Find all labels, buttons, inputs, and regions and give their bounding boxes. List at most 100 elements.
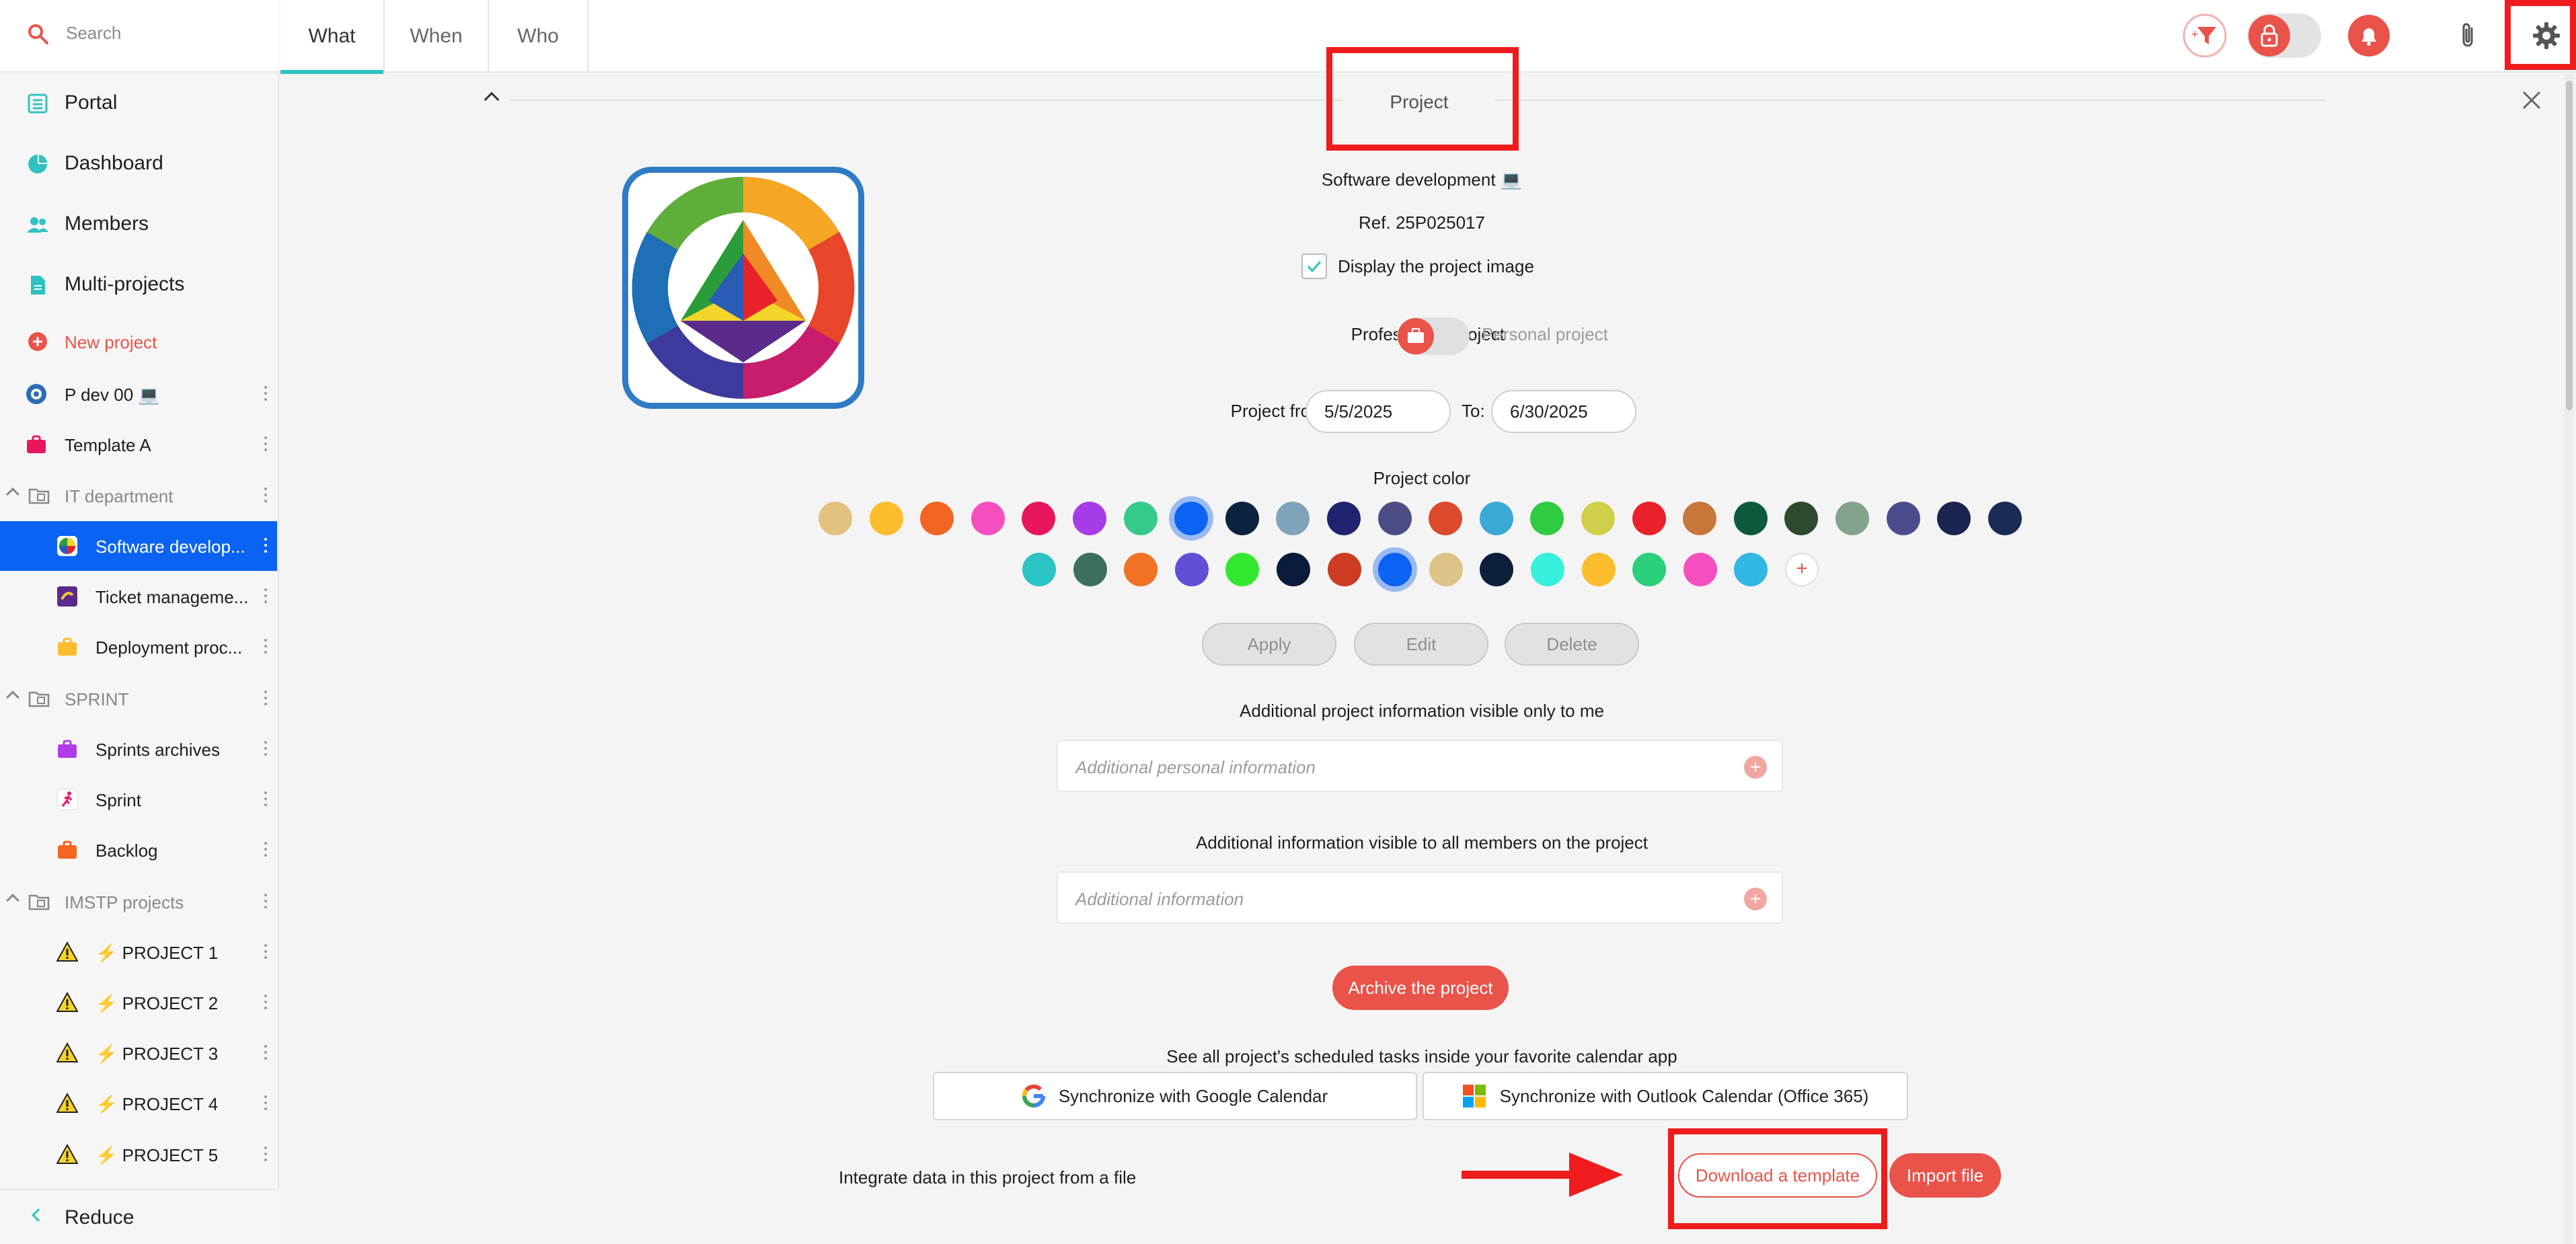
more-icon[interactable]	[264, 434, 268, 455]
archive-project-button[interactable]: Archive the project	[1332, 966, 1509, 1010]
color-swatch[interactable]	[1683, 502, 1717, 535]
shared-info-field[interactable]: Additional information +	[1057, 871, 1783, 924]
color-swatch[interactable]	[1277, 553, 1310, 586]
more-icon[interactable]	[264, 689, 268, 709]
color-swatch[interactable]	[869, 502, 903, 535]
chevron-up-icon[interactable]	[6, 488, 20, 501]
import-file-button[interactable]: Import file	[1889, 1153, 2001, 1198]
color-swatch[interactable]	[1734, 553, 1768, 586]
color-swatch[interactable]	[1530, 502, 1564, 535]
color-swatch[interactable]	[1632, 502, 1666, 535]
more-icon[interactable]	[264, 1043, 268, 1063]
project-from-field[interactable]: 5/5/2025	[1305, 390, 1451, 433]
more-icon[interactable]	[264, 1144, 268, 1165]
scrollbar[interactable]	[2565, 74, 2574, 1244]
color-swatch[interactable]	[819, 502, 852, 535]
sidebar-item-template-a[interactable]: Template A	[0, 420, 277, 469]
nav-members[interactable]: Members	[0, 198, 279, 251]
color-swatch[interactable]	[1429, 553, 1463, 586]
more-icon[interactable]	[264, 892, 268, 912]
color-swatch[interactable]	[1327, 553, 1361, 586]
color-swatch[interactable]	[1531, 553, 1564, 586]
close-icon[interactable]	[2520, 89, 2543, 112]
bell-icon[interactable]	[2347, 13, 2391, 58]
color-swatch[interactable]	[1784, 502, 1819, 535]
color-swatch[interactable]	[1479, 502, 1513, 535]
edit-button[interactable]: Edit	[1354, 623, 1488, 666]
search-bar[interactable]: Search	[0, 0, 279, 73]
reduce-button[interactable]: Reduce	[0, 1189, 279, 1244]
color-swatch[interactable]	[1937, 502, 1971, 535]
display-image-checkbox[interactable]	[1301, 254, 1327, 279]
color-swatch[interactable]	[1581, 502, 1615, 535]
color-swatch[interactable]	[1429, 502, 1463, 535]
color-swatch[interactable]	[920, 502, 954, 535]
outlook-sync-button[interactable]: Synchronize with Outlook Calendar (Offic…	[1423, 1072, 1908, 1120]
color-swatch[interactable]	[1174, 502, 1209, 535]
color-swatch[interactable]	[971, 502, 1005, 535]
sidebar-item-sprints-archives[interactable]: Sprints archives	[0, 724, 277, 774]
sidebar-item-project-1[interactable]: ⚡ PROJECT 1	[0, 927, 277, 977]
sidebar-item-software-development[interactable]: Software develop...	[0, 521, 277, 571]
more-icon[interactable]	[264, 993, 268, 1013]
color-swatch[interactable]	[1276, 502, 1310, 535]
color-swatch[interactable]	[1632, 553, 1667, 586]
color-swatch[interactable]	[1225, 502, 1259, 535]
tab-who[interactable]: Who	[489, 0, 589, 73]
delete-button[interactable]: Delete	[1505, 623, 1639, 666]
filter-add-icon[interactable]: +	[2183, 13, 2227, 58]
private-info-field[interactable]: Additional personal information +	[1057, 740, 1783, 792]
more-icon[interactable]	[264, 586, 268, 607]
new-project-button[interactable]: New project	[0, 315, 279, 368]
sidebar-item-project-2[interactable]: ⚡ PROJECT 2	[0, 978, 277, 1027]
more-icon[interactable]	[264, 1093, 268, 1114]
sidebar-item-project-5[interactable]: ⚡ PROJECT 5	[0, 1130, 277, 1179]
more-icon[interactable]	[264, 739, 268, 759]
color-swatch[interactable]	[1378, 553, 1412, 586]
color-swatch[interactable]	[1835, 502, 1869, 535]
chevron-up-icon[interactable]	[484, 91, 500, 108]
color-swatch[interactable]	[1581, 553, 1616, 586]
color-swatch[interactable]	[1073, 502, 1106, 535]
display-image-checkbox-row[interactable]: Display the project image	[1301, 253, 1534, 280]
chevron-up-icon[interactable]	[6, 894, 20, 907]
color-swatch[interactable]	[1174, 553, 1209, 586]
add-icon[interactable]: +	[1744, 756, 1767, 779]
color-swatch[interactable]	[1022, 553, 1056, 586]
google-sync-button[interactable]: Synchronize with Google Calendar	[933, 1072, 1417, 1120]
more-icon[interactable]	[264, 536, 268, 556]
sidebar-group-imstp-projects[interactable]: IMSTP projects	[0, 877, 277, 927]
color-swatch[interactable]	[1124, 553, 1158, 586]
more-icon[interactable]	[264, 789, 268, 810]
tab-when[interactable]: When	[385, 0, 489, 73]
nav-multi-projects[interactable]: Multi-projects	[0, 258, 279, 312]
sidebar-item-sprint[interactable]: Sprint	[0, 775, 277, 824]
sidebar-item-deployment-process[interactable]: Deployment proc...	[0, 622, 277, 672]
chevron-up-icon[interactable]	[6, 691, 20, 704]
more-icon[interactable]	[264, 485, 268, 506]
color-swatch[interactable]	[1886, 502, 1920, 535]
apply-button[interactable]: Apply	[1202, 623, 1336, 666]
sidebar-group-sprint[interactable]: SPRINT	[0, 674, 277, 724]
color-swatch[interactable]	[1022, 502, 1056, 535]
color-swatch[interactable]	[1327, 502, 1361, 535]
project-type-toggle[interactable]	[1397, 317, 1470, 355]
project-image[interactable]	[622, 167, 864, 409]
project-to-field[interactable]: 6/30/2025	[1491, 390, 1636, 433]
color-swatch[interactable]	[1733, 502, 1768, 535]
color-swatch[interactable]	[1073, 553, 1107, 586]
nav-portal[interactable]: Portal	[0, 77, 279, 130]
more-icon[interactable]	[264, 840, 268, 860]
sidebar-item-project-3[interactable]: ⚡ PROJECT 3	[0, 1028, 277, 1078]
color-swatch[interactable]	[1987, 502, 2022, 535]
more-icon[interactable]	[264, 637, 268, 657]
lock-toggle[interactable]	[2247, 13, 2321, 58]
add-color-icon[interactable]: +	[1785, 553, 1819, 586]
add-icon[interactable]: +	[1744, 888, 1767, 910]
sidebar-item-ticket-management[interactable]: Ticket manageme...	[0, 572, 277, 621]
tab-what[interactable]: What	[280, 0, 385, 74]
sidebar-group-it-department[interactable]: IT department	[0, 471, 277, 520]
more-icon[interactable]	[264, 942, 268, 962]
paperclip-icon[interactable]	[2453, 20, 2484, 51]
nav-dashboard[interactable]: Dashboard	[0, 137, 279, 191]
